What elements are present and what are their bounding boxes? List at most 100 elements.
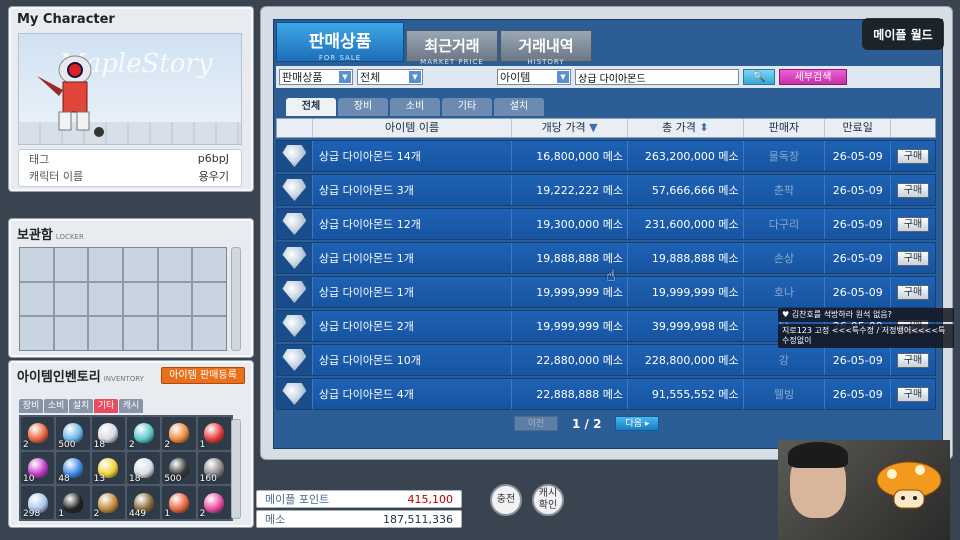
inventory-slot[interactable]: 1 (56, 486, 90, 519)
buy-button[interactable]: 구매 (897, 182, 930, 198)
unit-price: 19,300,000 메소 (512, 209, 628, 239)
inventory-slot[interactable]: 2 (91, 486, 125, 519)
locker-slot[interactable] (158, 317, 192, 350)
subcategory-select[interactable]: 전체 ▼ (357, 69, 423, 85)
cash-check-button[interactable]: 캐시 확인 (532, 484, 564, 516)
unit-price: 22,880,000 메소 (512, 345, 628, 375)
locker-scrollbar[interactable] (231, 247, 241, 351)
item-count: 18 (93, 439, 106, 450)
inventory-slot[interactable]: 2 (21, 417, 55, 450)
inventory-slot[interactable]: 48 (56, 451, 90, 485)
chevron-down-icon: ▼ (557, 71, 569, 83)
locker-slot[interactable] (124, 248, 157, 281)
category-select[interactable]: 판매상품 ▼ (279, 69, 353, 85)
locker-slot[interactable] (193, 248, 226, 281)
inventory-title: 아이템인벤토리 INVENTORY (17, 370, 144, 385)
inventory-slot[interactable]: 2 (197, 486, 231, 519)
locker-slot[interactable] (89, 282, 122, 316)
locker-slot[interactable] (124, 282, 157, 316)
character-panel: My Character MapleStory 태그 p6bpJ 캐릭터 이름 용우… (8, 6, 254, 192)
buy-button[interactable]: 구매 (897, 250, 930, 266)
inventory-slot[interactable]: 13 (91, 451, 125, 485)
tag-value: p6bpJ (197, 152, 229, 165)
detail-search-button[interactable]: 세부검색 (779, 69, 847, 85)
charge-button[interactable]: 충전 (490, 484, 522, 516)
search-button[interactable]: 🔍 (743, 69, 775, 85)
chat-message: ♥ 김찬호를 석방하라 원석 없음? (778, 308, 954, 322)
search-input[interactable] (575, 69, 739, 85)
item-icon (204, 492, 225, 513)
locker-slot[interactable] (20, 317, 53, 350)
points-box: 메이플 포인트 415,100 메소 187,511,336 (256, 490, 462, 530)
inv-tab-setup[interactable]: 설치 (69, 399, 93, 413)
buy-button[interactable]: 구매 (897, 216, 930, 232)
inventory-slot[interactable]: 2 (162, 417, 196, 450)
search-field-select[interactable]: 아이템 ▼ (497, 69, 571, 85)
inventory-slot[interactable]: 18 (126, 451, 161, 485)
tab-setup[interactable]: 설치 (494, 98, 544, 116)
total-price: 263,200,000 메소 (628, 141, 744, 171)
inventory-slot[interactable]: 298 (21, 486, 55, 519)
item-icon-cell (277, 379, 313, 409)
col-unit-price[interactable]: 개당 가격 ▼ (512, 119, 628, 137)
item-count: 18 (128, 474, 141, 485)
inv-tab-cash[interactable]: 캐시 (119, 399, 143, 413)
inventory-slot[interactable]: 1 (197, 417, 231, 450)
next-page-button[interactable]: 다음 ▸ (615, 416, 660, 431)
tab-market-price[interactable]: 최근거래 MARKET PRICE (406, 30, 498, 66)
buy-button[interactable]: 구매 (897, 352, 930, 368)
tab-etc[interactable]: 기타 (442, 98, 492, 116)
register-item-button[interactable]: 아이템 판매등록 (161, 367, 245, 384)
inv-tab-equip[interactable]: 장비 (19, 399, 43, 413)
inv-tab-use[interactable]: 소비 (44, 399, 68, 413)
locker-slot[interactable] (20, 248, 53, 281)
locker-slot[interactable] (158, 282, 192, 316)
tab-equip[interactable]: 장비 (338, 98, 388, 116)
table-row[interactable]: 상급 다이아몬드 12개 19,300,000 메소 231,600,000 메소 다… (276, 208, 936, 240)
tab-history[interactable]: 거래내역 HISTORY (500, 30, 592, 66)
item-icon (98, 492, 119, 513)
item-count: 10 (23, 474, 35, 485)
total-price: 228,800,000 메소 (628, 345, 744, 375)
inventory-slot[interactable]: 2 (126, 417, 161, 450)
inventory-slot[interactable]: 1 (162, 486, 196, 519)
inv-tab-etc[interactable]: 기타 (94, 399, 118, 413)
inventory-scrollbar[interactable] (231, 419, 241, 519)
table-row[interactable]: 상급 다이아몬드 4개 22,888,888 메소 91,555,552 메소 웰빙 2… (276, 378, 936, 410)
col-total-price[interactable]: 총 가격 ⬍ (628, 119, 744, 137)
item-name: 상급 다이아몬드 4개 (313, 379, 513, 409)
tab-for-sale[interactable]: 판매상품 FOR SALE (276, 22, 404, 62)
buy-button[interactable]: 구매 (897, 386, 930, 402)
inventory-slot[interactable]: 10 (21, 451, 55, 485)
item-name: 상급 다이아몬드 14개 (313, 141, 513, 171)
locker-slot[interactable] (193, 282, 226, 316)
locker-slot[interactable] (54, 248, 88, 281)
prev-page-button[interactable]: 이전 (514, 416, 558, 431)
diamond-icon (282, 281, 307, 303)
tab-use[interactable]: 소비 (390, 98, 440, 116)
expiry-date: 26-05-09 (825, 243, 892, 273)
locker-slot[interactable] (193, 317, 226, 350)
character-sprite (37, 55, 104, 137)
locker-slot[interactable] (89, 248, 122, 281)
locker-slot[interactable] (20, 282, 53, 316)
buy-button[interactable]: 구매 (897, 284, 930, 300)
locker-slot[interactable] (124, 317, 157, 350)
inventory-slot[interactable]: 500 (162, 451, 196, 485)
locker-slot[interactable] (89, 317, 122, 350)
item-icon-cell (277, 277, 313, 307)
locker-slot[interactable] (158, 248, 192, 281)
locker-slot[interactable] (54, 282, 88, 316)
inventory-slot[interactable]: 18 (91, 417, 125, 450)
locker-slot[interactable] (54, 317, 88, 350)
channel-logo: 메이플 월드 (862, 18, 944, 50)
seller-name: 손상 (744, 243, 826, 273)
inventory-slot[interactable]: 500 (56, 417, 90, 450)
inventory-slot[interactable]: 160 (197, 451, 231, 485)
buy-button[interactable]: 구매 (897, 148, 930, 164)
table-row[interactable]: 상급 다이아몬드 3개 19,222,222 메소 57,666,666 메소 춘팍 2… (276, 174, 936, 206)
item-name: 상급 다이아몬드 12개 (313, 209, 513, 239)
tab-all[interactable]: 전체 (286, 98, 336, 116)
inventory-slot[interactable]: 449 (126, 486, 161, 519)
table-row[interactable]: 상급 다이아몬드 14개 16,800,000 메소 263,200,000 메소 물… (276, 140, 936, 172)
